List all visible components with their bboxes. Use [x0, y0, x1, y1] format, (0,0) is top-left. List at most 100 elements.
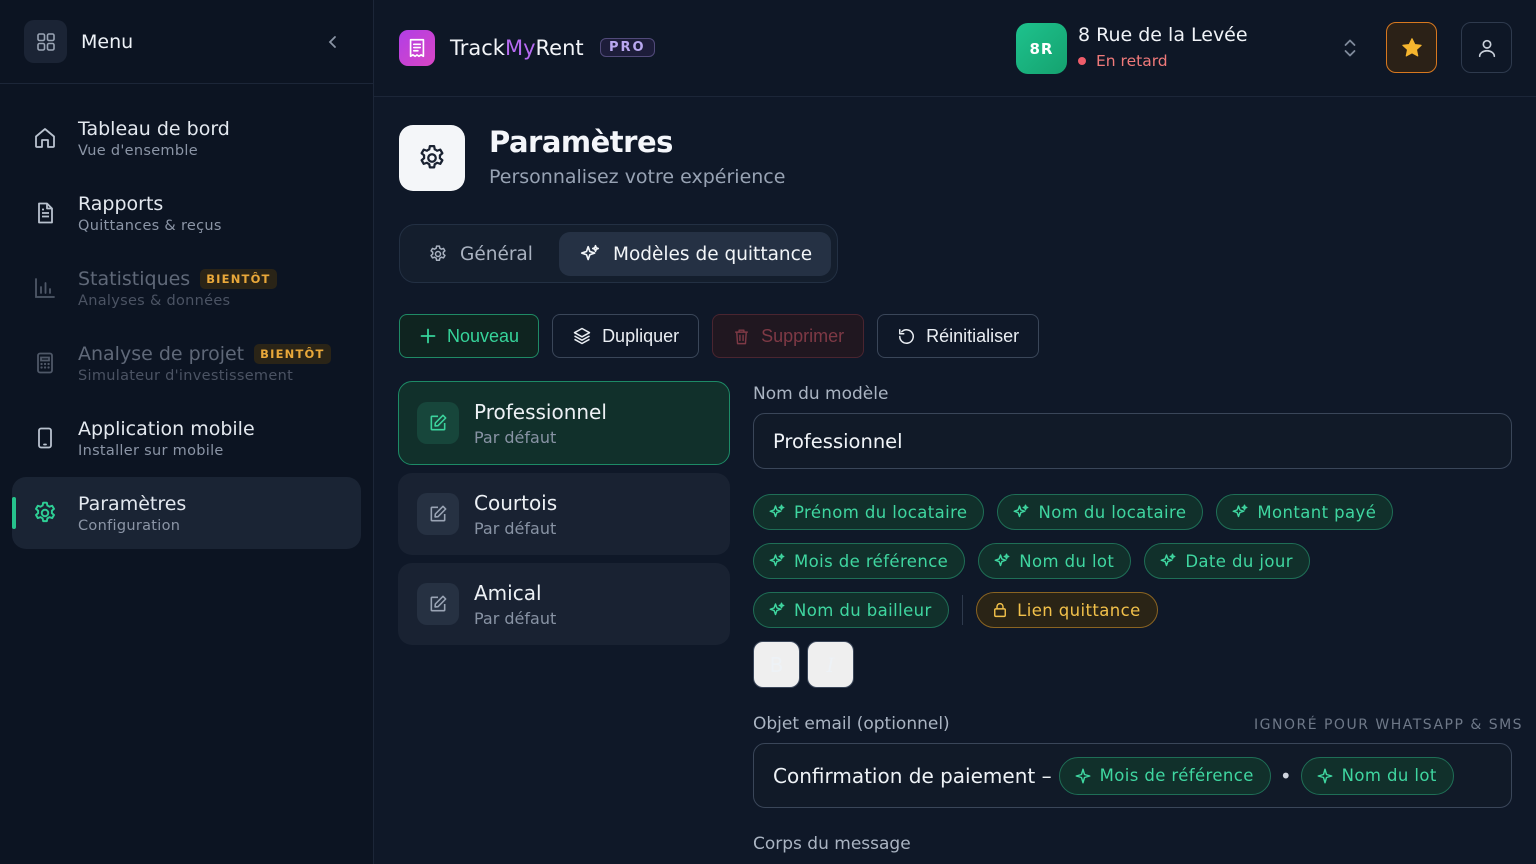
delete-button[interactable]: Supprimer: [712, 314, 865, 358]
settings-icon-tile: [399, 125, 465, 191]
bold-button[interactable]: B: [753, 641, 800, 688]
edit-icon: [430, 414, 447, 431]
rotate-ccw-icon: [899, 328, 915, 344]
sidebar-item-dashboard[interactable]: Tableau de bord Vue d'ensemble: [12, 102, 361, 174]
grid-icon[interactable]: [24, 20, 67, 63]
subject-hint: IGNORÉ POUR WHATSAPP & SMS: [1254, 717, 1524, 733]
sparkle-icon: [1317, 768, 1333, 783]
sparkles-icon: [580, 244, 600, 261]
property-status: En retard: [1078, 52, 1168, 70]
template-list: Professionnel Par défaut Courtois Par défa…: [398, 381, 730, 653]
locked-variable-chip[interactable]: Lien quittance: [976, 592, 1158, 628]
status-dot: [1078, 57, 1086, 65]
user-menu-button[interactable]: [1461, 22, 1512, 73]
smartphone-icon: [32, 425, 58, 451]
layers-icon: [573, 327, 591, 345]
template-name-input[interactable]: [753, 413, 1512, 469]
sidebar-item-label: Rapports: [78, 192, 164, 215]
sidebar-item-label: Tableau de bord: [78, 117, 230, 140]
duplicate-button[interactable]: Dupliquer: [552, 314, 700, 358]
sidebar-item-mobile-app[interactable]: Application mobile Installer sur mobile: [12, 402, 361, 474]
template-name-label: Nom du modèle: [753, 384, 889, 404]
top-bar: TrackMyRent PRO 8R 8 Rue de la Levée En …: [374, 0, 1536, 97]
sidebar-item-label: Paramètres: [78, 492, 187, 515]
template-tag: Par défaut: [474, 608, 557, 628]
template-card[interactable]: Amical Par défaut: [398, 563, 730, 645]
app-logo[interactable]: [399, 30, 435, 66]
sparkle-icon: [769, 602, 785, 616]
sidebar-item-label: Statistiques: [78, 267, 191, 290]
sidebar-nav: Tableau de bord Vue d'ensemble Rapports Qu…: [0, 84, 373, 570]
gear-icon: [32, 500, 58, 526]
chip-divider: [961, 595, 964, 625]
variable-chip[interactable]: Nom du bailleur: [753, 592, 949, 628]
sparkle-icon: [769, 553, 785, 567]
variable-chip[interactable]: Nom du lot: [978, 543, 1132, 579]
template-card[interactable]: Professionnel Par défaut: [398, 381, 730, 465]
variable-chip[interactable]: Montant payé: [1216, 494, 1394, 530]
variable-chip[interactable]: Date du jour: [1144, 543, 1310, 579]
menu-label: Menu: [81, 30, 134, 53]
star-icon: [1401, 37, 1422, 56]
template-actions: Nouveau Dupliquer Supprimer Réinitialise…: [399, 314, 1052, 358]
subject-variable-chip[interactable]: Mois de référence: [1058, 756, 1271, 795]
template-name: Amical: [474, 580, 542, 605]
sidebar-item-sub: Vue d'ensemble: [78, 142, 198, 159]
template-tag: Par défaut: [474, 427, 557, 447]
sparkle-icon: [1160, 553, 1176, 567]
sidebar-item-sub: Configuration: [78, 517, 181, 534]
favorite-button[interactable]: [1386, 22, 1437, 73]
sparkle-icon: [994, 553, 1010, 567]
property-avatar[interactable]: 8R: [1016, 23, 1067, 74]
chevron-up-down-icon[interactable]: [1342, 36, 1358, 64]
variable-chip[interactable]: Mois de référence: [753, 543, 966, 579]
gear-icon: [430, 245, 446, 261]
calculator-icon: [32, 350, 58, 376]
sidebar-item-label: Analyse de projet: [78, 342, 245, 365]
tab-label: Général: [460, 243, 533, 265]
page-subtitle: Personnalisez votre expérience: [489, 166, 786, 188]
edit-icon: [430, 595, 447, 612]
chevron-left-icon[interactable]: [321, 30, 345, 54]
lock-icon: [994, 602, 1007, 618]
sidebar-item-reports[interactable]: Rapports Quittances & reçus: [12, 177, 361, 249]
bar-chart-icon: [32, 275, 58, 301]
subject-variable-chip[interactable]: Nom du lot: [1300, 756, 1454, 795]
new-template-button[interactable]: Nouveau: [399, 314, 540, 358]
soon-badge: BIENTÔT: [200, 268, 277, 289]
email-subject-field[interactable]: Confirmation de paiement – Mois de référ…: [753, 743, 1512, 808]
italic-button[interactable]: I: [807, 641, 854, 688]
message-body-label: Corps du message: [753, 834, 911, 854]
settings-tabs: Général Modèles de quittance: [399, 224, 838, 283]
sidebar-item-sub: Quittances & reçus: [78, 217, 222, 234]
sidebar-item-label: Application mobile: [78, 417, 255, 440]
tab-receipt-templates[interactable]: Modèles de quittance: [559, 232, 831, 276]
sparkle-icon: [1232, 504, 1248, 518]
template-name: Professionnel: [474, 399, 607, 424]
variable-chip[interactable]: Nom du locataire: [997, 494, 1204, 530]
sparkle-icon: [1014, 504, 1029, 518]
variable-chips: Prénom du locataire Nom du locataire Mon…: [753, 494, 1513, 641]
subject-text: Confirmation de paiement –: [773, 763, 1052, 788]
edit-icon: [430, 505, 447, 522]
brand-name: TrackMyRent: [450, 36, 584, 60]
sidebar-item-statistics: Statistiques BIENTÔT Analyses & données: [12, 252, 361, 324]
tab-label: Modèles de quittance: [613, 243, 813, 265]
tab-general[interactable]: Général: [410, 232, 558, 276]
template-name: Courtois: [474, 490, 558, 515]
home-icon: [32, 125, 58, 151]
variable-chip[interactable]: Prénom du locataire: [753, 494, 985, 530]
sidebar-header: Menu: [0, 0, 373, 84]
soon-badge: BIENTÔT: [254, 343, 331, 364]
user-icon: [1478, 39, 1495, 57]
sidebar-item-project-analysis: Analyse de projet BIENTÔT Simulateur d'inv…: [12, 327, 361, 399]
sidebar-item-settings[interactable]: Paramètres Configuration: [12, 477, 361, 549]
sidebar-item-sub: Installer sur mobile: [78, 442, 224, 459]
page-title: Paramètres: [489, 125, 673, 159]
property-name[interactable]: 8 Rue de la Levée: [1078, 24, 1248, 46]
template-card[interactable]: Courtois Par défaut: [398, 473, 730, 555]
document-icon: [32, 200, 58, 226]
reset-button[interactable]: Réinitialiser: [877, 314, 1040, 358]
trash-icon: [735, 328, 748, 344]
sidebar-item-sub: Simulateur d'investissement: [78, 367, 294, 384]
